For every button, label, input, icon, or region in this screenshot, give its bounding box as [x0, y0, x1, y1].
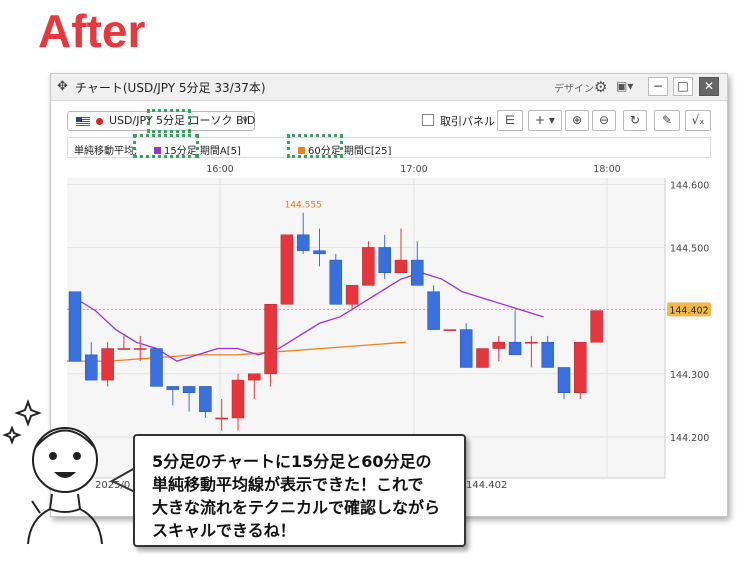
- y-tick-label: 144.500: [670, 243, 709, 254]
- date-label: 2025/0: [95, 480, 131, 491]
- speech-bubble-text: 5分足のチャートに15分足と60分足の 単純移動平均線が表示できた！これで 大き…: [152, 452, 441, 540]
- y-tick-label: 144.300: [670, 370, 709, 381]
- candle-body: [394, 259, 408, 273]
- candle-body: [199, 386, 212, 412]
- minimize-button[interactable]: −: [648, 77, 668, 96]
- bid-dot-icon: [96, 118, 103, 125]
- eye-icon: [73, 452, 81, 460]
- window-titlebar[interactable]: ✥ チャート(USD/JPY 5分足 33/37本) デザイン ⚙ ▣▾ − □…: [51, 74, 727, 101]
- candle-body: [296, 234, 310, 251]
- character-illustration: [2, 399, 103, 545]
- candle-body: [150, 348, 163, 387]
- highlight-5min: [147, 109, 191, 133]
- zoom-out-icon[interactable]: ⊖: [592, 110, 616, 131]
- chevron-down-icon: ∨: [241, 115, 249, 126]
- close-button[interactable]: ✕: [699, 77, 719, 96]
- price-label-bottom: 144.402: [466, 480, 508, 491]
- candle-body: [280, 234, 294, 305]
- x-tick-label: 16:00: [206, 164, 233, 175]
- high-price-annotation: 144.555: [285, 201, 322, 211]
- highlight-15min: [133, 134, 199, 158]
- candle-body: [427, 291, 440, 330]
- candle-body: [378, 247, 391, 273]
- candle-body: [182, 386, 196, 393]
- candle-body: [574, 341, 587, 393]
- candle-body: [541, 341, 554, 368]
- sma-label: 単純移動平均:: [74, 146, 138, 157]
- candle-body: [508, 341, 522, 356]
- x-tick-label: 18:00: [593, 164, 620, 175]
- candle-body: [231, 379, 245, 419]
- candle-body: [557, 367, 571, 393]
- candle-body: [590, 310, 603, 343]
- trade-panel-checkbox[interactable]: [422, 114, 434, 126]
- candle-body: [313, 250, 326, 255]
- candle-body: [443, 329, 457, 331]
- candle-body: [264, 304, 277, 375]
- candle-body: [492, 341, 506, 349]
- annotations: 144.555: [285, 201, 322, 211]
- candle-body: [166, 386, 180, 390]
- eye-icon: [49, 452, 57, 460]
- pencil-icon[interactable]: ✎: [654, 110, 680, 131]
- maximize-button[interactable]: □: [673, 77, 693, 96]
- refresh-icon[interactable]: ↻: [623, 110, 647, 131]
- y-tick-label: 144.600: [670, 180, 709, 191]
- layout-icon[interactable]: ▣▾: [616, 79, 633, 93]
- window-title: チャート(USD/JPY 5分足 33/37本): [75, 81, 266, 95]
- candle-body: [459, 329, 473, 368]
- candle-body: [411, 259, 424, 286]
- candle-body: [133, 348, 147, 350]
- current-price-label: 144.402: [669, 305, 708, 316]
- candle-body: [85, 354, 98, 381]
- after-headline: After: [38, 5, 146, 57]
- drawing-tool-icon[interactable]: ⋿: [497, 110, 523, 131]
- trade-panel-label: 取引パネル: [440, 115, 495, 128]
- zoom-in-icon[interactable]: ⊕: [565, 110, 589, 131]
- candle-body: [248, 373, 261, 381]
- candle-body: [101, 348, 114, 381]
- speech-bubble: 5分足のチャートに15分足と60分足の 単純移動平均線が表示できた！これで 大き…: [133, 434, 466, 547]
- candle-body: [362, 247, 375, 286]
- candle-body: [215, 417, 228, 420]
- design-label[interactable]: デザイン: [554, 80, 594, 95]
- candle-body: [329, 259, 343, 305]
- crosshair-icon[interactable]: + ▾: [528, 110, 562, 131]
- candle-body: [68, 291, 82, 362]
- highlight-60min: [287, 134, 343, 158]
- x-tick-label: 17:00: [400, 164, 427, 175]
- candle-body: [117, 348, 131, 350]
- move-icon[interactable]: ✥: [57, 79, 68, 94]
- gear-icon[interactable]: ⚙: [594, 78, 607, 96]
- candle-body: [476, 348, 489, 368]
- candle-body: [345, 285, 359, 305]
- y-tick-label: 144.200: [670, 433, 709, 444]
- indicator-icon[interactable]: √ₓ: [685, 110, 711, 131]
- plot-area: [67, 178, 665, 478]
- candle-body: [525, 341, 538, 344]
- us-flag-icon: [76, 117, 90, 126]
